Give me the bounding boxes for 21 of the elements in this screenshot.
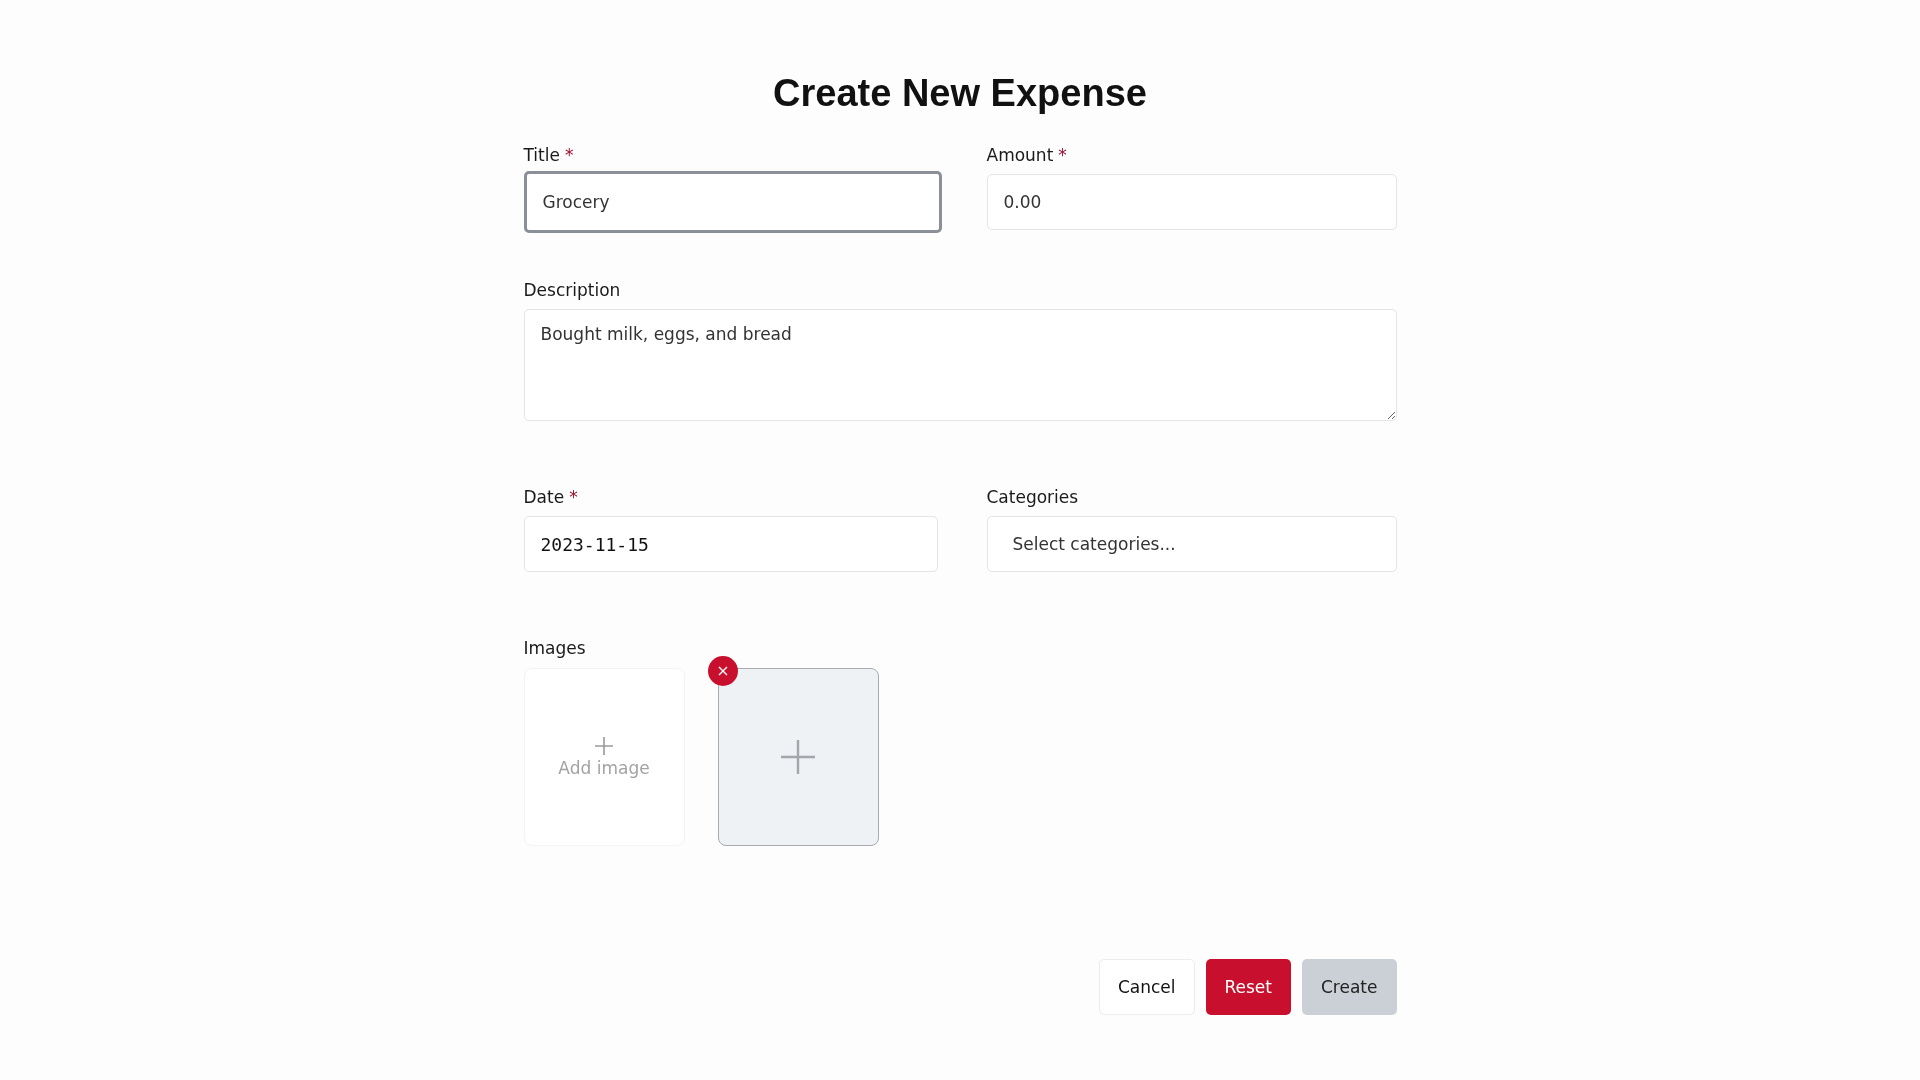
plus-icon <box>780 739 816 775</box>
field-label: Description <box>523 280 621 300</box>
categories-select[interactable]: Select categories... <box>986 516 1397 572</box>
plus-icon <box>594 736 614 756</box>
date-field[interactable]: 2023-11-15 <box>523 516 938 572</box>
field-label: Amount <box>986 145 1054 165</box>
description-field[interactable]: Bought milk, eggs, and bread <box>523 309 1397 421</box>
field-label: Categories <box>986 487 1079 507</box>
page-title: Create New Expense <box>772 72 1148 115</box>
required-mark: * <box>564 145 574 165</box>
cancel-button[interactable]: Cancel <box>1098 959 1195 1015</box>
remove-icon[interactable] <box>707 656 738 686</box>
text-field[interactable]: Grocery <box>523 171 942 233</box>
images-label: Images <box>523 638 587 658</box>
field-label: Title <box>523 145 560 165</box>
reset-button[interactable]: Reset <box>1205 959 1291 1015</box>
required-mark: * <box>569 487 578 507</box>
required-mark: * <box>1058 145 1067 165</box>
field-label: Date <box>523 487 565 507</box>
text-field[interactable]: 0.00 <box>986 174 1397 230</box>
create-button[interactable]: Create <box>1302 959 1397 1015</box>
